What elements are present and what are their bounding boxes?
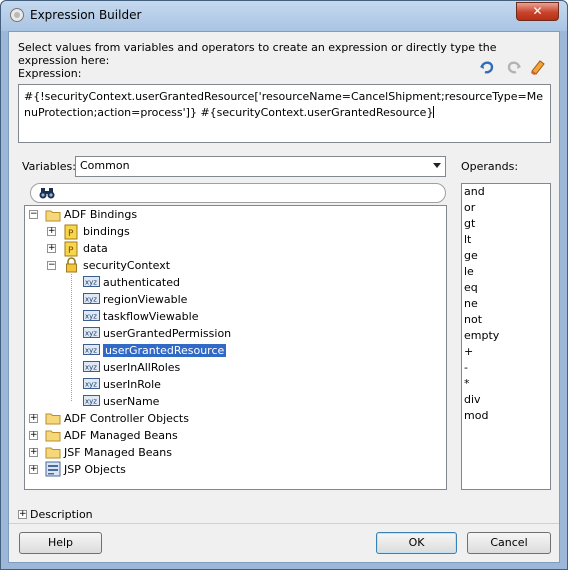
expression-builder-window: Expression Builder ✕ Select values from … [0, 0, 568, 570]
svg-text:xyz: xyz [85, 398, 97, 406]
tree-item-member[interactable]: authenticated [103, 274, 180, 291]
operand-item[interactable]: not [464, 313, 482, 326]
operand-item[interactable]: lt [464, 233, 471, 246]
tree-item-adf-controller-objects[interactable]: ADF Controller Objects [64, 410, 189, 427]
tree-item-data[interactable]: data [83, 240, 108, 257]
folder-icon [45, 210, 61, 222]
cancel-button[interactable]: Cancel [467, 532, 551, 554]
property-icon: xyz [83, 327, 100, 338]
expression-input[interactable]: #{!securityContext.userGrantedResource['… [18, 84, 551, 143]
collapse-toggle[interactable]: − [29, 210, 38, 219]
clear-icon[interactable] [529, 58, 547, 76]
text-caret [433, 106, 435, 118]
svg-text:xyz: xyz [85, 364, 97, 372]
expand-toggle[interactable]: + [47, 244, 56, 253]
operand-item[interactable]: mod [464, 409, 488, 422]
property-icon: xyz [83, 378, 100, 389]
bindings-icon: P [64, 224, 78, 240]
operand-item[interactable]: and [464, 185, 485, 198]
tree-item-member[interactable]: regionViewable [103, 291, 187, 308]
operand-item[interactable]: eq [464, 281, 478, 294]
expression-label: Expression: [18, 67, 82, 80]
help-button[interactable]: Help [19, 532, 102, 554]
folder-icon [45, 430, 61, 442]
property-icon: xyz [83, 344, 100, 355]
undo-icon[interactable] [478, 58, 496, 76]
variables-dropdown[interactable]: Common [75, 156, 446, 177]
variables-search-input[interactable] [30, 183, 446, 203]
close-button[interactable]: ✕ [516, 2, 559, 21]
lock-icon [66, 257, 77, 273]
tree-item-jsp-objects[interactable]: JSP Objects [64, 461, 126, 478]
property-icon: xyz [83, 310, 100, 321]
tree-item-adf-bindings[interactable]: ADF Bindings [64, 206, 137, 223]
svg-text:P: P [68, 229, 74, 239]
tree-item-member[interactable]: userName [103, 393, 159, 410]
svg-text:xyz: xyz [85, 347, 97, 355]
tree-connector [71, 274, 72, 401]
selected-label: userGrantedResource [103, 344, 227, 357]
tree-item-member[interactable]: userInAllRoles [103, 359, 180, 376]
variables-dropdown-value: Common [80, 159, 130, 172]
operand-item[interactable]: empty [464, 329, 499, 342]
tree-item-member[interactable]: userInRole [103, 376, 161, 393]
svg-text:P: P [68, 246, 74, 256]
tree-item-security-context[interactable]: securityContext [83, 257, 170, 274]
tree-item-jsf-managed-beans[interactable]: JSF Managed Beans [64, 444, 172, 461]
binoculars-icon [39, 188, 55, 199]
variables-tree[interactable]: − ADF Bindings + P bindings + P data − s… [24, 205, 447, 490]
redo-icon[interactable] [505, 58, 523, 76]
folder-icon [45, 413, 61, 425]
divider [9, 523, 559, 524]
collapse-toggle[interactable]: − [47, 261, 56, 270]
operand-item[interactable]: le [464, 265, 474, 278]
operand-item[interactable]: ge [464, 249, 478, 262]
property-icon: xyz [83, 276, 100, 287]
data-icon: P [64, 241, 78, 257]
operand-item[interactable]: ne [464, 297, 478, 310]
description-label: Description [30, 508, 93, 521]
svg-text:xyz: xyz [85, 279, 97, 287]
svg-text:xyz: xyz [85, 330, 97, 338]
property-icon: xyz [83, 293, 100, 304]
tree-item-bindings[interactable]: bindings [83, 223, 130, 240]
dialog-body: Select values from variables and operato… [8, 31, 560, 563]
expand-toggle[interactable]: + [29, 431, 38, 440]
svg-text:xyz: xyz [85, 381, 97, 389]
operand-item[interactable]: - [464, 361, 468, 374]
operands-label: Operands: [461, 160, 519, 173]
operand-item[interactable]: gt [464, 217, 475, 230]
property-icon: xyz [83, 361, 100, 372]
operand-item[interactable]: + [464, 345, 473, 358]
expand-toggle[interactable]: + [18, 510, 27, 519]
ok-button[interactable]: OK [376, 532, 457, 554]
app-icon [10, 8, 24, 22]
title-bar: Expression Builder ✕ [1, 1, 567, 31]
operand-item[interactable]: * [464, 377, 470, 390]
property-icon: xyz [83, 395, 100, 406]
jsp-objects-icon [45, 461, 61, 477]
folder-icon [45, 447, 61, 459]
tree-item-member[interactable]: userGrantedPermission [103, 325, 231, 342]
expand-toggle[interactable]: + [29, 465, 38, 474]
svg-text:xyz: xyz [85, 313, 97, 321]
tree-item-adf-managed-beans[interactable]: ADF Managed Beans [64, 427, 178, 444]
expand-toggle[interactable]: + [29, 414, 38, 423]
chevron-down-icon[interactable] [433, 163, 441, 168]
variables-label: Variables: [22, 160, 76, 173]
expression-text: #{!securityContext.userGrantedResource['… [24, 90, 544, 119]
tree-item-member-selected[interactable]: userGrantedResource [103, 342, 227, 359]
operand-item[interactable]: or [464, 201, 475, 214]
expand-toggle[interactable]: + [47, 227, 56, 236]
expand-toggle[interactable]: + [29, 448, 38, 457]
operand-item[interactable]: div [464, 393, 481, 406]
tree-item-member[interactable]: taskflowViewable [103, 308, 198, 325]
svg-text:xyz: xyz [85, 296, 97, 304]
operands-list[interactable]: and or gt lt ge le eq ne not empty + - *… [461, 183, 551, 490]
window-title: Expression Builder [30, 8, 142, 22]
